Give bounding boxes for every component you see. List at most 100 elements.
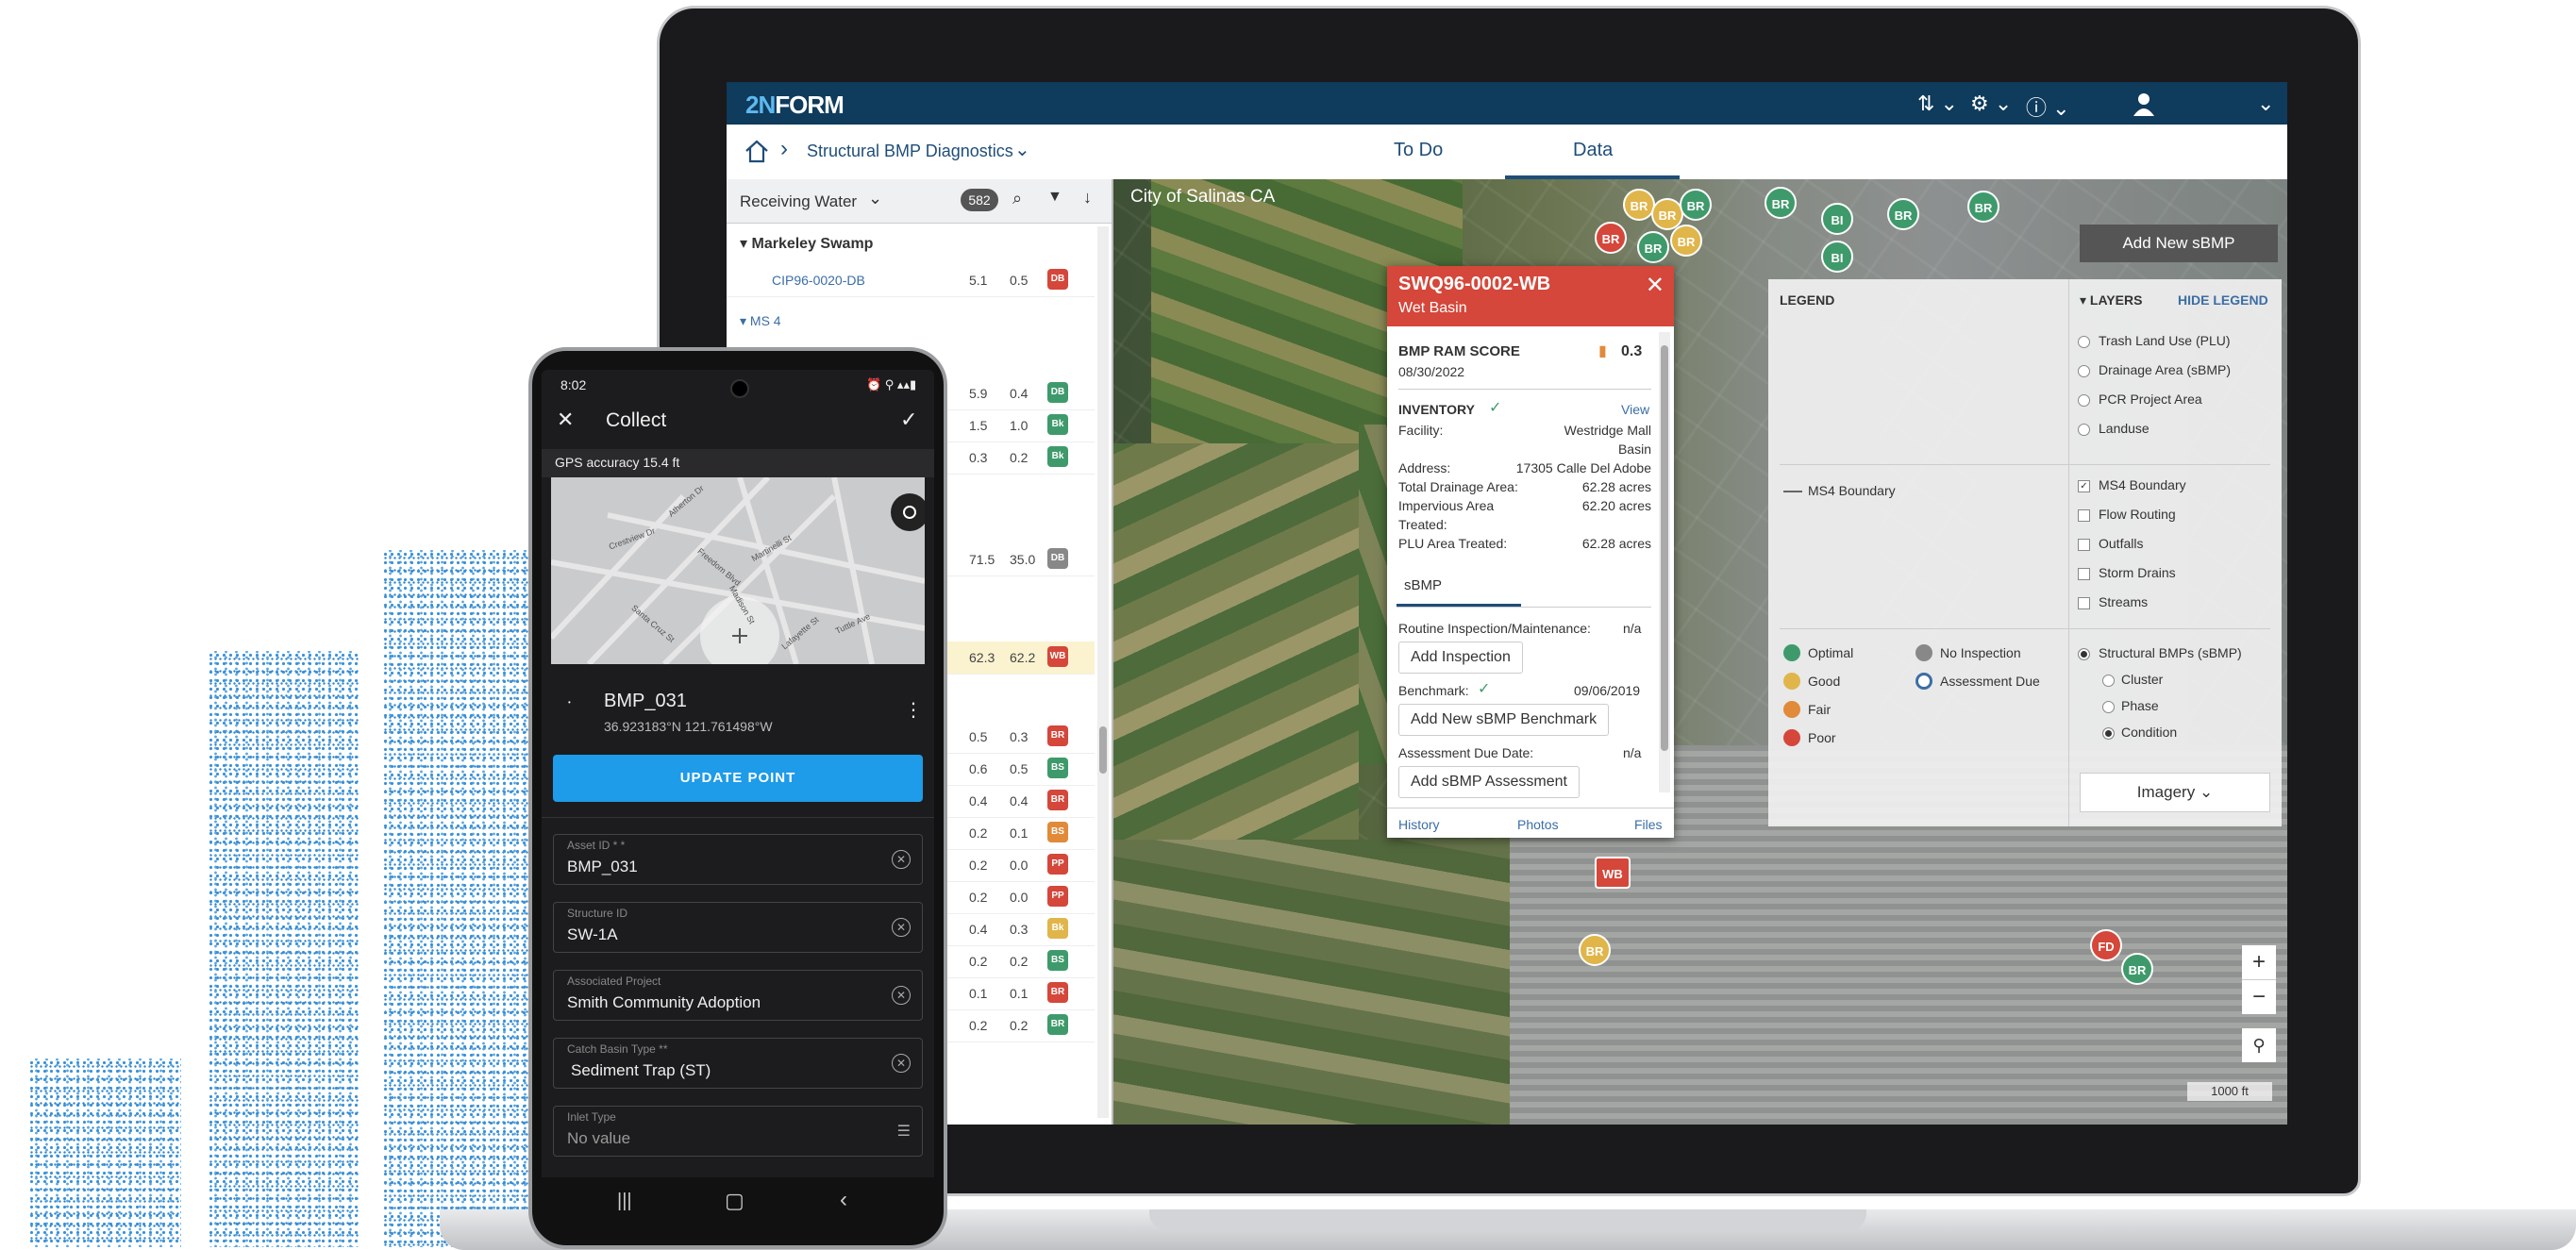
search-icon[interactable]: ⌕ <box>1012 189 1022 208</box>
download-icon[interactable]: ↓ <box>1083 188 1092 208</box>
location-pin-icon[interactable]: ⚲ <box>2242 1028 2276 1062</box>
map-marker-selected[interactable]: WB <box>1595 857 1631 889</box>
map-marker[interactable]: BR <box>1670 225 1702 257</box>
asset-pin-icon[interactable]: WB <box>1047 646 1068 667</box>
asset-pin-icon[interactable]: BR <box>1047 1014 1068 1035</box>
asset-pin-icon[interactable]: DB <box>1047 548 1068 569</box>
close-icon[interactable]: ✕ <box>1646 272 1664 299</box>
map-marker[interactable]: BR <box>1579 934 1611 966</box>
tab-sbmp[interactable]: sBMP <box>1404 577 1442 593</box>
chevron-down-icon[interactable]: ⌄ <box>868 189 882 208</box>
clear-icon[interactable]: ✕ <box>892 918 911 937</box>
scrollbar[interactable] <box>1659 332 1670 792</box>
close-icon[interactable]: ✕ <box>557 408 574 432</box>
asset-pin-icon[interactable]: BR <box>1047 725 1068 746</box>
asset-pin-icon[interactable]: DB <box>1047 382 1068 403</box>
asset-pin-icon[interactable]: BR <box>1047 982 1068 1003</box>
chevron-down-icon[interactable]: ⌄ <box>1014 138 1030 161</box>
structure-id-field[interactable]: Structure ID SW-1A ✕ <box>553 902 923 953</box>
map-marker[interactable]: BR <box>1967 191 1999 223</box>
confirm-check-icon[interactable]: ✓ <box>900 408 917 432</box>
layer-radio[interactable] <box>2078 336 2090 348</box>
add-assessment-button[interactable]: Add sBMP Assessment <box>1398 766 1580 798</box>
bmp-radio[interactable] <box>2078 648 2090 660</box>
overlay-checkbox[interactable] <box>2078 509 2090 522</box>
layers-title[interactable]: ▾ LAYERS <box>2080 292 2142 308</box>
filter-dropdown[interactable]: Receiving Water <box>740 192 857 211</box>
help-icon[interactable]: ⓘ ⌄ <box>2026 92 2070 122</box>
scrollbar[interactable] <box>1097 226 1109 1118</box>
chevron-down-icon[interactable]: ⌄ <box>2257 92 2274 116</box>
list-item-value: 1.0 <box>1010 418 1029 433</box>
list-item-name[interactable]: CIP96-0020-DB <box>772 273 865 288</box>
phone-map[interactable]: Atherton Dr Crestview Dr Freedom Blvd Ma… <box>551 477 925 664</box>
add-benchmark-button[interactable]: Add New sBMP Benchmark <box>1398 704 1610 736</box>
asset-pin-icon[interactable]: PP <box>1047 854 1068 875</box>
asset-pin-icon[interactable]: DB <box>1047 269 1068 290</box>
group-header[interactable]: ▾ MS 4 <box>740 313 781 329</box>
asset-pin-icon[interactable]: BS <box>1047 822 1068 842</box>
filter-icon[interactable]: ▼ <box>1047 189 1062 206</box>
overlay-checkbox[interactable] <box>2078 539 2090 551</box>
catch-basin-type-field[interactable]: Catch Basin Type ** Sediment Trap (ST) ✕ <box>553 1038 923 1089</box>
clear-icon[interactable]: ✕ <box>892 850 911 869</box>
map-marker[interactable]: BR <box>1595 222 1627 254</box>
asset-pin-icon[interactable]: BS <box>1047 950 1068 971</box>
sort-icon[interactable]: ⇅ ⌄ <box>1917 92 1958 116</box>
view-link[interactable]: View <box>1621 402 1649 417</box>
asset-pin-icon[interactable]: Bk <box>1047 446 1068 467</box>
imagery-dropdown[interactable]: Imagery ⌄ <box>2080 773 2270 812</box>
clear-icon[interactable]: ✕ <box>892 986 911 1005</box>
overlay-checkbox[interactable] <box>2078 568 2090 580</box>
files-link[interactable]: Files <box>1634 817 1663 832</box>
asset-pin-icon[interactable]: Bk <box>1047 414 1068 435</box>
more-menu-icon[interactable]: ⋮ <box>904 698 923 722</box>
user-icon[interactable] <box>2133 92 2155 116</box>
asset-pin-icon[interactable]: BS <box>1047 758 1068 778</box>
map-marker[interactable]: BR <box>1637 231 1669 263</box>
back-icon[interactable]: ‹ <box>840 1187 847 1213</box>
bmp-mode-radio[interactable] <box>2102 675 2115 687</box>
tab-data[interactable]: Data <box>1573 140 1613 161</box>
map-marker[interactable]: BR <box>1623 189 1655 221</box>
gear-icon[interactable]: ⚙ ⌄ <box>1970 92 2012 116</box>
map-marker[interactable]: FD <box>2090 929 2122 961</box>
tab-todo[interactable]: To Do <box>1394 140 1443 161</box>
map-marker[interactable]: BI <box>1821 241 1853 273</box>
asset-pin-icon[interactable]: Bk <box>1047 918 1068 939</box>
app-logo[interactable]: 2NFORM <box>745 91 845 120</box>
add-sbmp-button[interactable]: Add New sBMP <box>2080 225 2278 262</box>
group-header[interactable]: ▾ Markeley Swamp <box>740 234 873 253</box>
zoom-out-button[interactable]: − <box>2242 980 2276 1014</box>
home-icon[interactable]: ▢ <box>725 1189 744 1213</box>
zoom-in-button[interactable]: + <box>2242 945 2276 980</box>
map-marker[interactable]: BR <box>1887 198 1919 230</box>
photos-link[interactable]: Photos <box>1517 817 1559 832</box>
overlay-checkbox[interactable]: ✓ <box>2078 480 2090 492</box>
asset-pin-icon[interactable]: PP <box>1047 886 1068 907</box>
home-icon[interactable] <box>744 139 770 163</box>
map-marker[interactable]: BR <box>2121 953 2153 985</box>
map-marker[interactable]: BI <box>1821 203 1853 235</box>
layer-radio[interactable] <box>2078 394 2090 407</box>
list-item[interactable]: CIP96-0020-DB 5.1 0.5 DB <box>727 264 1095 297</box>
associated-project-field[interactable]: Associated Project Smith Community Adopt… <box>553 970 923 1021</box>
asset-id-field[interactable]: Asset ID * * BMP_031 ✕ <box>553 834 923 885</box>
map-marker[interactable]: BR <box>1765 187 1797 219</box>
inlet-type-field[interactable]: Inlet Type No value ☰ <box>553 1106 923 1157</box>
layer-radio[interactable] <box>2078 365 2090 377</box>
history-link[interactable]: History <box>1398 817 1440 832</box>
layer-radio[interactable] <box>2078 424 2090 436</box>
clear-icon[interactable]: ✕ <box>892 1054 911 1073</box>
overlay-checkbox[interactable] <box>2078 597 2090 609</box>
map-marker[interactable]: BR <box>1680 189 1712 221</box>
bmp-mode-radio[interactable] <box>2102 701 2115 713</box>
breadcrumb[interactable]: Structural BMP Diagnostics <box>807 142 1013 161</box>
list-icon[interactable]: ☰ <box>897 1122 911 1141</box>
bmp-mode-radio[interactable] <box>2102 727 2115 740</box>
asset-pin-icon[interactable]: BR <box>1047 790 1068 810</box>
update-point-button[interactable]: UPDATE POINT <box>553 755 923 802</box>
add-inspection-button[interactable]: Add Inspection <box>1398 642 1523 674</box>
recent-apps-icon[interactable]: ||| <box>617 1191 632 1212</box>
hide-legend-link[interactable]: HIDE LEGEND <box>2178 292 2268 308</box>
